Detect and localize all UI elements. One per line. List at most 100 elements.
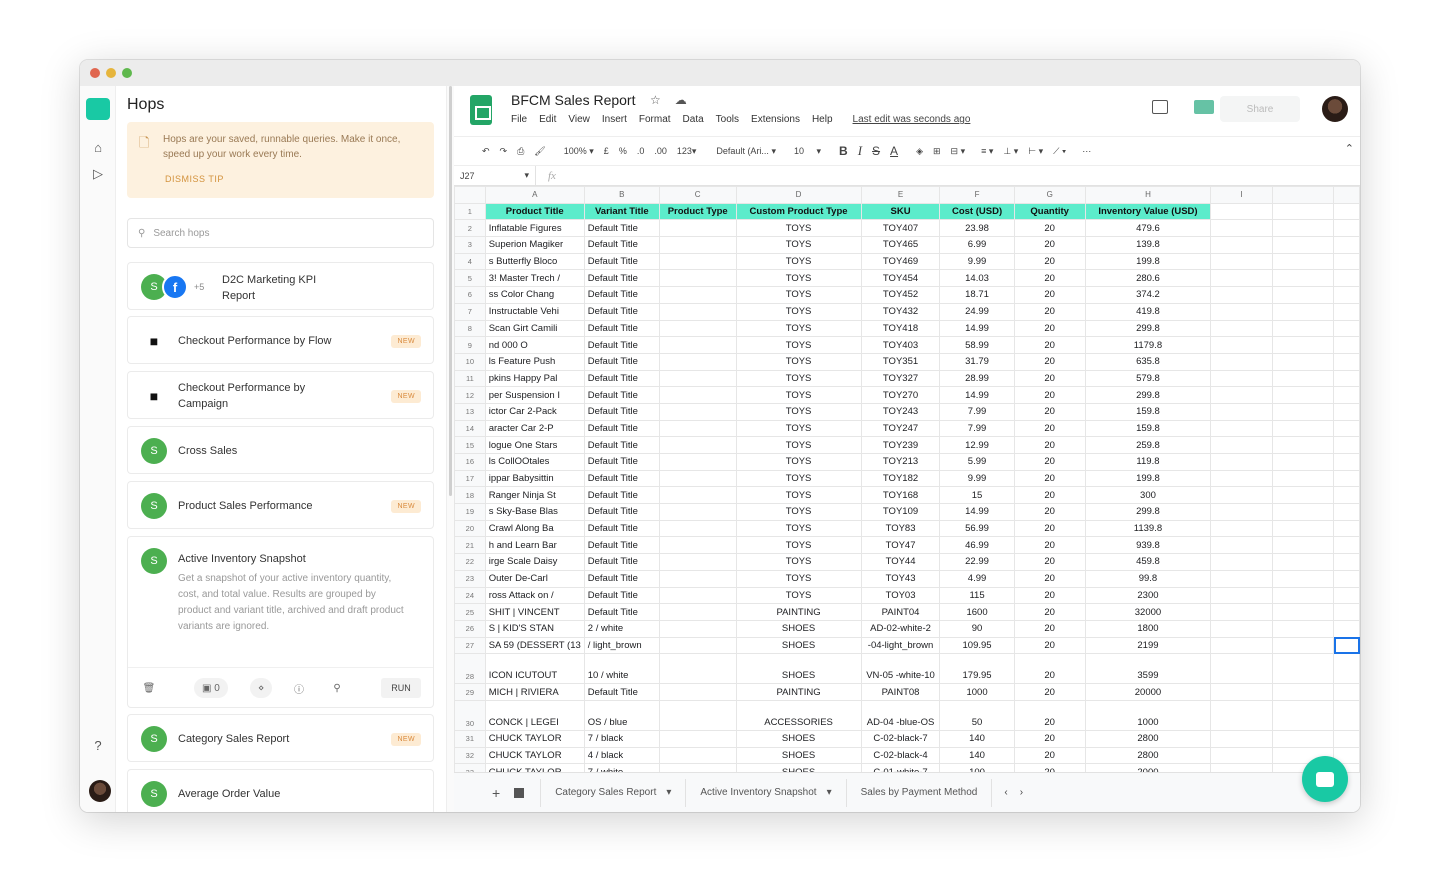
row-header[interactable]: 25: [454, 603, 486, 621]
cell[interactable]: OS / blue: [583, 699, 660, 731]
header-cell[interactable]: Variant Title: [583, 202, 660, 221]
cell[interactable]: 20: [1013, 352, 1086, 371]
cell[interactable]: Default Title: [583, 419, 660, 438]
cell[interactable]: [658, 746, 737, 765]
cell[interactable]: 20: [1013, 319, 1086, 338]
cell[interactable]: PAINT04: [860, 603, 941, 621]
cell[interactable]: 109.95: [939, 636, 1015, 655]
row-header[interactable]: 32: [454, 746, 486, 765]
hop-card-expanded[interactable]: S Active Inventory Snapshot Get a snapsh…: [127, 536, 434, 708]
row-header[interactable]: 9: [454, 336, 486, 354]
cell[interactable]: 46.99: [939, 536, 1015, 555]
cell[interactable]: [658, 286, 737, 304]
row-header[interactable]: 23: [454, 569, 486, 588]
borders-icon[interactable]: ⊞: [933, 146, 941, 157]
zoom-window-button[interactable]: [122, 68, 132, 78]
cell[interactable]: 20: [1013, 683, 1086, 701]
cell[interactable]: 20: [1013, 619, 1086, 638]
cell[interactable]: ictor Car 2-Pack: [484, 402, 585, 421]
cell[interactable]: [658, 269, 737, 288]
cell[interactable]: TOYS: [735, 252, 862, 271]
row-header[interactable]: 28: [454, 653, 486, 685]
cell[interactable]: 1000: [939, 683, 1015, 701]
row-header[interactable]: 11: [454, 369, 486, 388]
collapse-menu-icon[interactable]: ⌃: [1345, 142, 1354, 155]
cell[interactable]: 1800: [1084, 619, 1212, 638]
row-header[interactable]: 24: [454, 586, 486, 605]
cell[interactable]: 56.99: [939, 519, 1015, 538]
cell[interactable]: Default Title: [583, 336, 660, 354]
row-header[interactable]: 6: [454, 286, 486, 304]
scroll-tabs-right-icon[interactable]: ›: [1020, 787, 1023, 798]
empty-cell[interactable]: [1210, 619, 1274, 638]
cell[interactable]: 20: [1013, 286, 1086, 304]
cell[interactable]: 31.79: [939, 352, 1015, 371]
row-header[interactable]: 18: [454, 486, 486, 505]
empty-cell[interactable]: [1210, 369, 1274, 388]
strikethrough-button[interactable]: S: [872, 144, 880, 158]
cell[interactable]: ls Feature Push: [484, 352, 585, 371]
sheet-tab[interactable]: Active Inventory Snapshot ▾: [686, 778, 847, 807]
delete-icon[interactable]: 🗑: [140, 678, 158, 698]
empty-cell[interactable]: [1272, 503, 1335, 521]
panel-splitter[interactable]: [446, 86, 454, 812]
empty-cell[interactable]: [1272, 553, 1335, 571]
meet-icon[interactable]: [1194, 100, 1214, 114]
cell[interactable]: 6.99: [939, 236, 1015, 254]
cell[interactable]: MICH | RIVIERA: [484, 683, 585, 701]
cell[interactable]: 10 / white: [583, 653, 660, 685]
cell[interactable]: 115: [939, 586, 1015, 605]
empty-cell[interactable]: [1333, 619, 1360, 638]
empty-cell[interactable]: [1272, 569, 1335, 588]
cell[interactable]: 14.03: [939, 269, 1015, 288]
align-left-icon[interactable]: ≡ ▾: [981, 146, 993, 157]
hop-card[interactable]: S Product Sales Performance NEW: [127, 481, 434, 529]
cell[interactable]: 2800: [1084, 746, 1212, 765]
cell[interactable]: 20: [1013, 386, 1086, 404]
empty-cell[interactable]: [1333, 219, 1360, 238]
cell[interactable]: Instructable Vehi: [484, 302, 585, 321]
cell[interactable]: 20: [1013, 569, 1086, 588]
help-icon[interactable]: ?: [90, 738, 106, 754]
cell[interactable]: Crawl Along Ba: [484, 519, 585, 538]
cell[interactable]: [658, 683, 737, 701]
cell[interactable]: TOYS: [735, 519, 862, 538]
row-header[interactable]: 19: [454, 503, 486, 521]
empty-cell[interactable]: [1272, 286, 1335, 304]
cell[interactable]: [658, 402, 737, 421]
cell[interactable]: [658, 569, 737, 588]
cell[interactable]: ss Color Chang: [484, 286, 585, 304]
cell[interactable]: TOY247: [860, 419, 941, 438]
more-formats-select[interactable]: 123▾: [677, 146, 697, 157]
empty-cell[interactable]: [1210, 219, 1274, 238]
cell[interactable]: pkins Happy Pal: [484, 369, 585, 388]
cell[interactable]: 20: [1013, 636, 1086, 655]
empty-cell[interactable]: [1272, 699, 1335, 731]
cell[interactable]: Default Title: [583, 352, 660, 371]
row-header[interactable]: 1: [454, 202, 486, 221]
cell[interactable]: TOYS: [735, 453, 862, 471]
fill-color-icon[interactable]: ◈: [916, 146, 923, 157]
cell[interactable]: 139.8: [1084, 236, 1212, 254]
cell[interactable]: 32000: [1084, 603, 1212, 621]
cell[interactable]: [658, 436, 737, 454]
cell[interactable]: 14.99: [939, 386, 1015, 404]
empty-cell[interactable]: [1333, 503, 1360, 521]
merge-cells-icon[interactable]: ⊟ ▾: [951, 146, 966, 157]
cell[interactable]: SA 59 (DESSERT (13: [484, 636, 585, 655]
empty-cell[interactable]: [1210, 436, 1274, 454]
row-header[interactable]: 30: [454, 699, 486, 731]
cell[interactable]: TOYS: [735, 536, 862, 555]
empty-cell[interactable]: [1272, 336, 1335, 354]
cell[interactable]: aracter Car 2-P: [484, 419, 585, 438]
empty-cell[interactable]: [1333, 486, 1360, 505]
pin-icon[interactable]: ⚲: [328, 678, 346, 698]
hop-card[interactable]: ■ Checkout Performance by Campaign NEW: [127, 371, 434, 419]
cell[interactable]: irge Scale Daisy: [484, 553, 585, 571]
cell[interactable]: Default Title: [583, 386, 660, 404]
cell[interactable]: Default Title: [583, 503, 660, 521]
header-cell[interactable]: Product Title: [484, 202, 585, 221]
cell[interactable]: [658, 636, 737, 655]
cell[interactable]: 419.8: [1084, 302, 1212, 321]
row-header[interactable]: 22: [454, 553, 486, 571]
